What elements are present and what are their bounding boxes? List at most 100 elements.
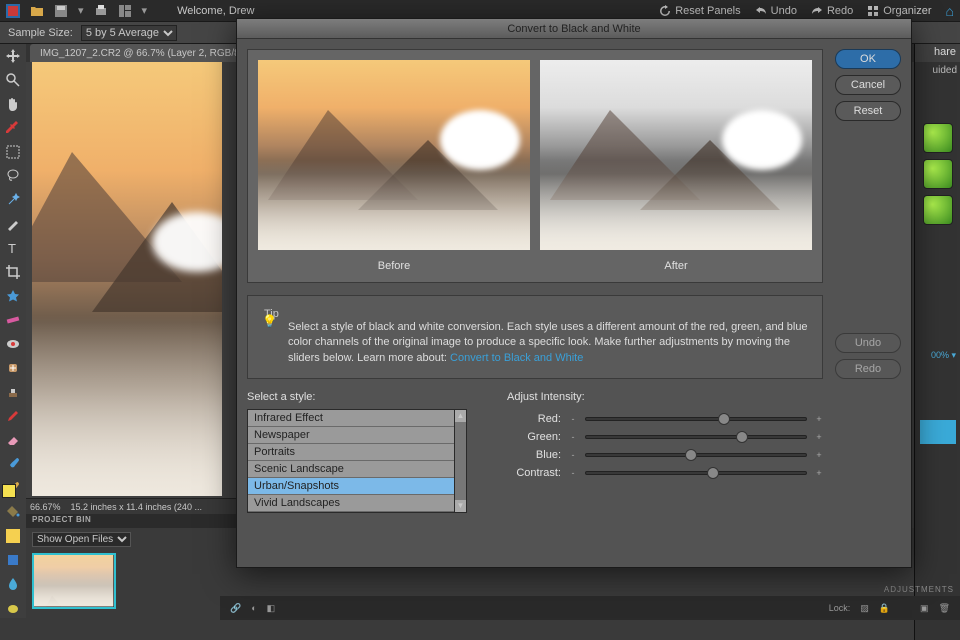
adjust-intensity-label: Adjust Intensity: — [507, 391, 823, 403]
before-preview: Before — [258, 60, 530, 272]
home-icon[interactable]: ⌂ — [946, 3, 954, 19]
slider-row: Blue:-+ — [507, 449, 823, 461]
new-layer-icon[interactable]: ▣ — [920, 603, 929, 614]
slider-row: Red:-+ — [507, 413, 823, 425]
redo-button[interactable]: Redo — [811, 5, 853, 17]
style-list[interactable]: Infrared EffectNewspaperPortraitsScenic … — [247, 409, 455, 513]
effect-swatch[interactable] — [923, 195, 953, 225]
svg-text:T: T — [8, 241, 16, 255]
wand-tool-icon[interactable] — [3, 190, 23, 210]
eraser-tool-icon[interactable] — [3, 430, 23, 450]
project-bin-filter[interactable]: Show Open Files — [32, 532, 131, 547]
lock-transparency-icon[interactable]: ▨ — [860, 603, 869, 614]
plus-icon: + — [815, 468, 823, 478]
slider-label: Green: — [507, 431, 561, 443]
reset-button[interactable]: Reset — [835, 101, 901, 121]
ok-button[interactable]: OK — [835, 49, 901, 69]
straighten-tool-icon[interactable] — [3, 310, 23, 330]
slider-knob[interactable] — [718, 413, 730, 425]
layout-icon[interactable] — [118, 4, 132, 18]
folder-icon[interactable] — [30, 4, 44, 18]
healing-brush-icon[interactable] — [3, 358, 23, 378]
delete-layer-icon[interactable]: 🗑 — [939, 603, 950, 614]
menu-dropdown-icon[interactable]: ▾ — [142, 4, 148, 17]
slider-knob[interactable] — [707, 467, 719, 479]
reset-panels-button[interactable]: Reset Panels — [659, 5, 740, 17]
zoom-tool-icon[interactable] — [3, 70, 23, 90]
gradient-tool-icon[interactable] — [3, 526, 23, 546]
app-logo-icon — [6, 4, 20, 18]
style-list-scrollbar[interactable]: ▲ ▼ — [455, 409, 467, 513]
slider-row: Contrast:-+ — [507, 467, 823, 479]
slider-track[interactable] — [585, 453, 807, 457]
pencil-tool-icon[interactable] — [3, 406, 23, 426]
share-tab[interactable]: hare — [915, 44, 960, 62]
plus-icon: + — [815, 414, 823, 424]
style-item[interactable]: Infrared Effect — [248, 410, 454, 427]
slider-row: Green:-+ — [507, 431, 823, 443]
minus-icon: - — [569, 450, 577, 460]
effect-swatch[interactable] — [923, 123, 953, 153]
lasso-tool-icon[interactable] — [3, 166, 23, 186]
slider-track[interactable] — [585, 417, 807, 421]
slider-knob[interactable] — [685, 449, 697, 461]
scroll-up-icon[interactable]: ▲ — [455, 410, 466, 422]
style-item[interactable]: Urban/Snapshots — [248, 478, 454, 495]
guided-tab[interactable]: uided — [915, 62, 960, 79]
effect-swatch[interactable] — [923, 159, 953, 189]
preview-panel: Before After — [247, 49, 823, 283]
selection-brush-icon[interactable] — [3, 214, 23, 234]
shape-tool-icon[interactable] — [3, 550, 23, 570]
style-item[interactable]: Portraits — [248, 444, 454, 461]
eyedropper-tool-icon[interactable] — [3, 118, 23, 138]
tip-learn-more-link[interactable]: Convert to Black and White — [450, 352, 583, 364]
blur-tool-icon[interactable] — [3, 574, 23, 594]
marquee-tool-icon[interactable] — [3, 142, 23, 162]
scroll-down-icon[interactable]: ▼ — [455, 500, 466, 512]
clone-stamp-icon[interactable] — [3, 382, 23, 402]
menu-dropdown-icon[interactable]: ▾ — [78, 4, 84, 17]
hand-tool-icon[interactable] — [3, 94, 23, 114]
select-style-label: Select a style: — [247, 391, 467, 403]
paint-bucket-icon[interactable] — [3, 502, 23, 522]
layer-mask-icon[interactable]: ◧ — [267, 603, 276, 614]
link-layers-icon[interactable]: 🔗 — [230, 603, 241, 614]
disk-icon[interactable] — [54, 4, 68, 18]
foreground-color-swatch[interactable] — [2, 484, 16, 498]
cookie-cutter-icon[interactable] — [3, 286, 23, 306]
slider-track[interactable] — [585, 435, 807, 439]
crop-tool-icon[interactable] — [3, 262, 23, 282]
print-icon[interactable] — [94, 4, 108, 18]
lock-all-icon[interactable]: 🔒 — [879, 603, 890, 614]
sample-size-label: Sample Size: — [8, 27, 73, 39]
move-tool-icon[interactable] — [3, 46, 23, 66]
lock-label: Lock: — [829, 603, 851, 613]
sponge-tool-icon[interactable] — [3, 598, 23, 618]
adjustments-label: ADJUSTMENTS — [884, 585, 954, 594]
welcome-text: Welcome, Drew — [177, 5, 254, 17]
document-tab[interactable]: IMG_1207_2.CR2 @ 66.7% (Layer 2, RGB/8) … — [30, 44, 270, 62]
undo-button[interactable]: Undo — [755, 5, 797, 17]
dialog-redo-button[interactable]: Redo — [835, 359, 901, 379]
before-label: Before — [258, 260, 530, 272]
layer-fx-icon[interactable]: ◐ — [251, 603, 256, 613]
cancel-button[interactable]: Cancel — [835, 75, 901, 95]
canvas[interactable] — [32, 62, 222, 496]
document-dimensions: 15.2 inches x 11.4 inches (240 ... — [71, 502, 202, 512]
plus-icon: + — [815, 450, 823, 460]
zoom-level[interactable]: 66.67% — [30, 502, 61, 512]
redeye-tool-icon[interactable] — [3, 334, 23, 354]
organizer-button[interactable]: Organizer — [867, 5, 931, 17]
style-item[interactable]: Vivid Landscapes — [248, 495, 454, 512]
dialog-undo-button[interactable]: Undo — [835, 333, 901, 353]
style-item[interactable]: Newspaper — [248, 427, 454, 444]
style-item[interactable]: Scenic Landscape — [248, 461, 454, 478]
slider-knob[interactable] — [736, 431, 748, 443]
sample-size-select[interactable]: 5 by 5 Average — [81, 25, 177, 41]
brush-tool-icon[interactable] — [3, 454, 23, 474]
after-preview: After — [540, 60, 812, 272]
slider-track[interactable] — [585, 471, 807, 475]
project-thumbnail[interactable] — [32, 553, 116, 609]
zoom-percent[interactable]: 00% ▾ — [918, 350, 956, 361]
type-tool-icon[interactable]: T — [3, 238, 23, 258]
